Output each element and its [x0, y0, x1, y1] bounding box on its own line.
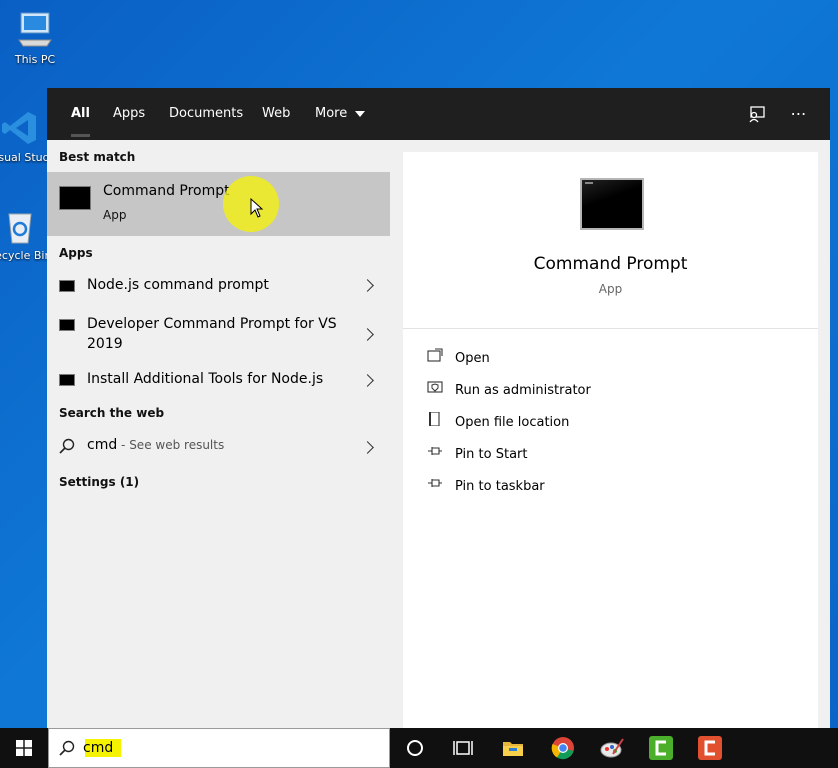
- command-prompt-icon: [59, 374, 75, 386]
- preview-title: Command Prompt: [533, 254, 688, 274]
- windows-start-button[interactable]: [0, 728, 48, 768]
- file-explorer-icon[interactable]: [501, 736, 525, 760]
- chevron-right-icon[interactable]: [361, 279, 374, 292]
- taskbar-search-input[interactable]: [83, 738, 373, 758]
- desktop-icon-vscode[interactable]: Visual Studio Code: [0, 108, 48, 164]
- desktop-icon-label: Recycle Bin: [0, 249, 48, 262]
- action-pin-to-taskbar[interactable]: Pin to taskbar: [403, 476, 818, 500]
- tab-apps[interactable]: Apps: [113, 88, 145, 140]
- search-panel: All Apps Documents Web More ⋯ Best match…: [47, 88, 830, 728]
- taskbar: [0, 728, 838, 768]
- list-item-nodejs-prompt[interactable]: Node.js command prompt: [47, 264, 390, 306]
- chrome-icon[interactable]: [551, 736, 575, 760]
- preview-subtitle: App: [598, 282, 623, 296]
- list-item-web-search[interactable]: cmd - See web results: [47, 430, 390, 464]
- computer-icon: [15, 10, 55, 50]
- windows-logo-icon: [16, 740, 32, 756]
- tab-all[interactable]: All: [71, 88, 90, 140]
- recycle-bin-icon: [0, 206, 40, 246]
- feedback-icon[interactable]: [745, 102, 769, 126]
- settings-heading[interactable]: Settings (1): [59, 475, 139, 489]
- desktop-icon-this-pc[interactable]: This PC: [0, 10, 70, 66]
- vscode-icon: [0, 108, 40, 148]
- preview-pane: Command Prompt App Open Run as administr…: [403, 152, 818, 728]
- desktop-icon-recycle-bin[interactable]: Recycle Bin: [0, 206, 48, 262]
- camtasia-red-icon[interactable]: [698, 736, 722, 760]
- command-prompt-icon: [59, 186, 91, 210]
- list-item-dev-command-prompt[interactable]: Developer Command Prompt for VS 2019: [47, 306, 390, 362]
- action-pin-to-start[interactable]: Pin to Start: [403, 444, 818, 468]
- chevron-right-icon[interactable]: [361, 328, 374, 341]
- search-filter-bar: All Apps Documents Web More ⋯: [47, 88, 830, 140]
- action-open-file-location[interactable]: Open file location: [403, 412, 818, 436]
- command-prompt-icon: [59, 319, 75, 331]
- search-icon: [59, 438, 75, 458]
- desktop-icon-label: Visual Studio Code: [0, 151, 48, 164]
- file-location-icon: [429, 412, 440, 426]
- camtasia-green-icon[interactable]: [649, 736, 673, 760]
- mouse-pointer-icon: [250, 197, 264, 222]
- search-icon: [59, 740, 75, 760]
- paint-app-icon[interactable]: [600, 736, 624, 760]
- cortana-icon[interactable]: [403, 736, 427, 760]
- desktop-icon-label: This PC: [14, 53, 56, 66]
- results-list: Best match Command Prompt App Apps Node.…: [47, 140, 390, 728]
- list-item-install-tools-nodejs[interactable]: Install Additional Tools for Node.js: [47, 362, 390, 398]
- taskbar-search-box[interactable]: [48, 728, 390, 768]
- open-icon: [427, 348, 443, 362]
- search-web-heading: Search the web: [59, 406, 165, 420]
- pin-icon: [428, 447, 442, 455]
- chevron-right-icon[interactable]: [361, 374, 374, 387]
- tab-more[interactable]: More: [315, 88, 366, 140]
- tab-web[interactable]: Web: [262, 88, 290, 140]
- more-options-icon[interactable]: ⋯: [787, 102, 811, 126]
- best-match-subtitle: App: [103, 208, 127, 222]
- web-query: cmd: [87, 437, 118, 453]
- best-match-item[interactable]: Command Prompt App: [47, 172, 390, 236]
- caret-down-icon: [355, 110, 366, 117]
- preview-divider: [403, 328, 818, 329]
- apps-heading: Apps: [59, 246, 93, 260]
- pin-icon: [428, 479, 442, 487]
- tab-documents[interactable]: Documents: [169, 88, 243, 140]
- action-run-as-admin[interactable]: Run as administrator: [403, 380, 818, 404]
- best-match-heading: Best match: [59, 150, 136, 164]
- chevron-right-icon[interactable]: [361, 441, 374, 454]
- command-prompt-icon: [59, 280, 75, 292]
- web-hint: - See web results: [117, 438, 225, 452]
- command-prompt-large-icon: [580, 178, 644, 230]
- task-view-icon[interactable]: [451, 736, 475, 760]
- action-open[interactable]: Open: [403, 348, 818, 372]
- best-match-title: Command Prompt: [103, 183, 230, 199]
- shield-icon: [427, 381, 443, 393]
